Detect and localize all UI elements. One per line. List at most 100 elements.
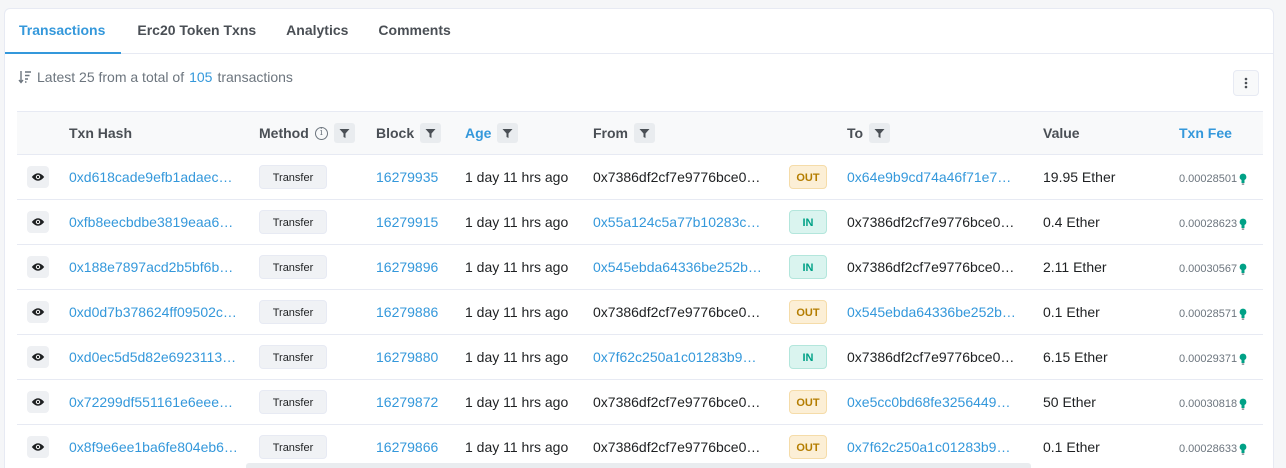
block-link[interactable]: 16279880 (376, 349, 465, 365)
summary-count[interactable]: 105 (189, 69, 212, 85)
direction-badge: IN (789, 345, 827, 369)
to-address[interactable]: 0x64e9b9cd74a46f71e7… (847, 169, 1019, 185)
gas-bulb-icon[interactable] (1239, 398, 1247, 410)
filter-icon (502, 128, 513, 138)
from-address[interactable]: 0x55a124c5a77b10283c… (593, 214, 765, 230)
value-text: 2.11 Ether (1043, 259, 1107, 275)
txn-hash-link[interactable]: 0xd0ec5d5d82e6923113… (69, 349, 241, 365)
fee-text: 0.00028571 (1179, 308, 1238, 320)
cell-direction: IN (789, 200, 847, 245)
from-address[interactable]: 0x545ebda64336be252b… (593, 259, 765, 275)
gas-bulb-icon[interactable] (1239, 218, 1247, 230)
eye-icon (31, 353, 45, 361)
block-link[interactable]: 16279915 (376, 214, 465, 230)
preview-button[interactable] (27, 346, 49, 368)
tab-analytics[interactable]: Analytics (272, 9, 364, 53)
cell-age: 1 day 11 hrs ago (465, 245, 593, 290)
preview-button[interactable] (27, 166, 49, 188)
fee-text: 0.00030818 (1179, 398, 1238, 410)
transactions-card: Transactions Erc20 Token Txns Analytics … (4, 8, 1274, 468)
block-link[interactable]: 16279872 (376, 394, 465, 410)
direction-badge: OUT (789, 300, 827, 324)
header-txn-fee[interactable]: Txn Fee (1179, 112, 1263, 155)
block-filter-button[interactable] (420, 123, 442, 143)
block-link[interactable]: 16279896 (376, 259, 465, 275)
preview-button[interactable] (27, 301, 49, 323)
cell-to: 0x7386df2cf7e9776bce0… (847, 245, 1043, 290)
cell-value: 0.1 Ether (1043, 425, 1179, 468)
txn-hash-link[interactable]: 0xfb8eecbdbe3819eaa6… (69, 214, 241, 230)
cell-block: 16279872 (376, 380, 465, 425)
cell-from: 0x7386df2cf7e9776bce0… (593, 380, 789, 425)
txn-hash-link[interactable]: 0x188e7897acd2b5bf6b… (69, 259, 241, 275)
cell-txn-hash: 0xd618cade9efb1adaec… (69, 155, 259, 200)
block-link[interactable]: 16279886 (376, 304, 465, 320)
cell-direction: OUT (789, 380, 847, 425)
tab-erc20-token-txns[interactable]: Erc20 Token Txns (121, 9, 272, 53)
cell-block: 16279866 (376, 425, 465, 468)
gas-bulb-icon[interactable] (1239, 353, 1247, 365)
tab-transactions[interactable]: Transactions (5, 9, 122, 54)
to-address[interactable]: 0xe5cc0bd68fe3256449… (847, 394, 1019, 410)
age-filter-button[interactable] (497, 123, 519, 143)
preview-button[interactable] (27, 256, 49, 278)
txn-hash-link[interactable]: 0x8f9e6ee1ba6fe804eb6… (69, 439, 241, 455)
value-text: 0.1 Ether (1043, 439, 1100, 455)
header-eye (17, 112, 69, 155)
eye-icon (31, 398, 45, 406)
direction-badge: IN (789, 210, 827, 234)
cell-age: 1 day 11 hrs ago (465, 380, 593, 425)
preview-button[interactable] (27, 211, 49, 233)
age-text: 1 day 11 hrs ago (465, 394, 569, 410)
value-text: 6.15 Ether (1043, 349, 1108, 365)
eye-icon (31, 308, 45, 316)
cell-fee: 0.00029371 (1179, 335, 1263, 380)
cell-age: 1 day 11 hrs ago (465, 155, 593, 200)
cell-direction: OUT (789, 425, 847, 468)
fee-text: 0.00030567 (1179, 263, 1238, 275)
table-row: 0xd0d7b378624ff09502c… Transfer 16279886… (17, 290, 1263, 335)
cell-fee: 0.00030567 (1179, 245, 1263, 290)
header-age[interactable]: Age (465, 112, 593, 155)
info-icon[interactable]: i (314, 126, 328, 140)
method-filter-button[interactable] (333, 123, 355, 143)
cell-to: 0x545ebda64336be252b… (847, 290, 1043, 335)
txn-hash-link[interactable]: 0xd618cade9efb1adaec… (69, 169, 241, 185)
block-link[interactable]: 16279866 (376, 439, 465, 455)
method-badge: Transfer (259, 165, 327, 189)
cell-age: 1 day 11 hrs ago (465, 425, 593, 468)
from-address[interactable]: 0x7f62c250a1c01283b9… (593, 349, 765, 365)
to-address[interactable]: 0x545ebda64336be252b… (847, 304, 1019, 320)
cell-block: 16279915 (376, 200, 465, 245)
value-text: 0.1 Ether (1043, 304, 1100, 320)
gas-bulb-icon[interactable] (1239, 263, 1247, 275)
txn-hash-link[interactable]: 0x72299df551161e6eee… (69, 394, 241, 410)
cell-method: Transfer (259, 245, 376, 290)
table-row: 0x72299df551161e6eee… Transfer 16279872 … (17, 380, 1263, 425)
cell-from: 0x7f62c250a1c01283b9… (593, 335, 789, 380)
cell-txn-hash: 0xd0d7b378624ff09502c… (69, 290, 259, 335)
gas-bulb-icon[interactable] (1239, 308, 1247, 320)
preview-button[interactable] (27, 391, 49, 413)
from-filter-button[interactable] (634, 123, 655, 143)
preview-button[interactable] (27, 436, 49, 458)
cell-block: 16279886 (376, 290, 465, 335)
cell-block: 16279880 (376, 335, 465, 380)
tab-comments[interactable]: Comments (364, 9, 466, 53)
gas-bulb-icon[interactable] (1239, 173, 1247, 185)
eye-icon (31, 443, 45, 451)
to-address[interactable]: 0x7f62c250a1c01283b9… (847, 439, 1019, 455)
header-method: Method i (259, 112, 376, 155)
block-link[interactable]: 16279935 (376, 169, 465, 185)
txn-hash-link[interactable]: 0xd0d7b378624ff09502c… (69, 304, 241, 320)
cell-from: 0x7386df2cf7e9776bce0… (593, 155, 789, 200)
more-options-button[interactable] (1233, 70, 1259, 96)
table-row: 0x8f9e6ee1ba6fe804eb6… Transfer 16279866… (17, 425, 1263, 468)
cell-age: 1 day 11 hrs ago (465, 200, 593, 245)
horizontal-scrollbar[interactable] (246, 463, 1031, 468)
cell-method: Transfer (259, 290, 376, 335)
cell-from: 0x545ebda64336be252b… (593, 245, 789, 290)
gas-bulb-icon[interactable] (1239, 443, 1247, 455)
to-filter-button[interactable] (869, 123, 891, 143)
method-badge: Transfer (259, 390, 327, 414)
